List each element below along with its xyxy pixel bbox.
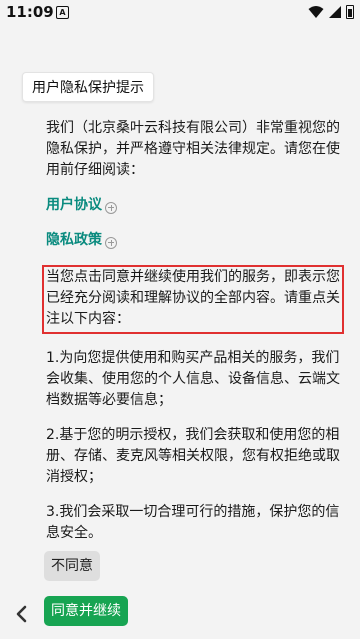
highlighted-notice: 当您点击同意并继续使用我们的服务，即表示您已经充分阅读和理解协议的全部内容。请重… [42,265,344,334]
user-agreement-link[interactable]: 用户协议 [46,195,102,216]
point-2: 2.基于您的明示授权，我们会获取和使用您的相册、存储、麦克风等相关权限，您有权拒… [46,427,340,485]
battery-icon [346,5,354,19]
signal-icon [329,6,341,18]
disagree-button[interactable]: 不同意 [44,551,100,581]
wifi-icon [308,6,324,18]
dialog-content: 我们（北京桑叶云科技有限公司）非常重视您的隐私保护，并严格遵守相关法律规定。请您… [42,118,346,558]
privacy-policy-link-row[interactable]: 隐私政策 [46,230,346,251]
expand-plus-icon[interactable] [105,236,117,249]
point-3: 3.我们会采取一切合理可行的措施，保护您的信息安全。 [46,504,340,541]
agree-continue-button[interactable]: 同意并继续 [44,596,128,626]
privacy-policy-link[interactable]: 隐私政策 [46,230,102,251]
expand-plus-icon[interactable] [105,201,117,214]
back-chevron-icon[interactable] [13,605,31,623]
user-agreement-link-row[interactable]: 用户协议 [46,195,346,216]
point-1: 1.为向您提供使用和购买产品相关的服务，我们会收集、使用您的个人信息、设备信息、… [46,350,340,408]
status-time: 11:09 [6,3,54,21]
system-icons [308,4,354,20]
notification-icon: A [56,6,69,19]
intro-text: 我们（北京桑叶云科技有限公司）非常重视您的隐私保护，并严格遵守相关法律规定。请您… [46,120,340,178]
dialog-title: 用户隐私保护提示 [22,72,154,102]
status-bar: 11:09 A [0,0,360,24]
